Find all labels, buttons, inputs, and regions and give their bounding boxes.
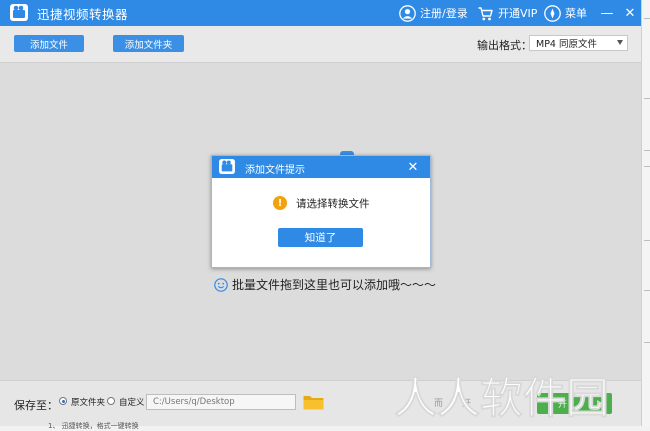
title-bar: 迅捷视频转换器 注册/登录 开通VIP 菜单 — ✕ <box>0 0 641 26</box>
save-path-input[interactable] <box>146 394 296 410</box>
user-icon <box>399 4 416 22</box>
bottom-bar: 保存至： 原文件夹 自定义 而 开 开 <box>0 380 641 426</box>
add-folder-button[interactable]: 添加文件夹 <box>113 35 184 52</box>
close-window-button[interactable]: ✕ <box>620 2 640 24</box>
login-label: 注册/登录 <box>420 7 468 20</box>
dialog-title: 添加文件提示 <box>245 165 305 176</box>
ghost-glyph-left: 而 <box>434 399 444 409</box>
app-logo-icon <box>219 159 235 174</box>
drop-hint-text: 批量文件拖到这里也可以添加哦～～～ <box>232 278 437 292</box>
format-select[interactable]: MP4 同原文件 <box>529 35 628 51</box>
app-window: 迅捷视频转换器 注册/登录 开通VIP 菜单 — ✕ 添加文件 添加文件夹 输出… <box>0 0 641 426</box>
option-original-label: 原文件夹 <box>71 398 106 408</box>
format-value: MP4 同原文件 <box>536 39 597 50</box>
toolbar: 添加文件 添加文件夹 输出格式： MP4 同原文件 <box>0 26 641 63</box>
compass-icon <box>544 4 561 22</box>
vip-label: 开通VIP <box>498 7 538 20</box>
add-file-button[interactable]: 添加文件 <box>14 35 84 52</box>
menu-button[interactable]: 菜单 <box>544 3 587 23</box>
folder-icon[interactable] <box>303 394 324 410</box>
adjacent-window-edge <box>641 0 650 426</box>
chevron-down-icon <box>617 40 623 45</box>
dialog-ok-button[interactable]: 知道了 <box>278 228 363 247</box>
menu-label: 菜单 <box>565 7 587 20</box>
radio-original-folder[interactable] <box>59 397 67 405</box>
underlying-page-text: 1、 迅捷转换，格式一键转换 <box>48 422 139 430</box>
ghost-glyph-right: 开 <box>462 399 472 409</box>
add-file-dialog: 添加文件提示 ✕ ! 请选择转换文件 知道了 <box>211 155 431 268</box>
dialog-close-button[interactable]: ✕ <box>405 158 421 176</box>
login-button[interactable]: 注册/登录 <box>399 3 468 23</box>
radio-custom-folder[interactable] <box>107 397 115 405</box>
save-to-label: 保存至： <box>14 399 58 412</box>
start-convert-glyph: 开 <box>558 400 568 410</box>
dialog-header: 添加文件提示 ✕ <box>212 156 430 178</box>
minimize-button[interactable]: — <box>597 2 617 24</box>
option-custom-label: 自定义 <box>119 398 145 408</box>
start-convert-button[interactable] <box>537 393 612 414</box>
app-title: 迅捷视频转换器 <box>37 7 129 22</box>
dialog-message: 请选择转换文件 <box>296 198 370 210</box>
warning-icon: ! <box>273 196 287 210</box>
app-logo-icon <box>10 4 28 21</box>
vip-button[interactable]: 开通VIP <box>477 3 537 23</box>
cart-icon <box>478 6 493 20</box>
format-label: 输出格式： <box>477 39 532 52</box>
drop-hint: 批量文件拖到这里也可以添加哦～～～ <box>214 276 436 293</box>
smiley-icon <box>214 277 228 292</box>
